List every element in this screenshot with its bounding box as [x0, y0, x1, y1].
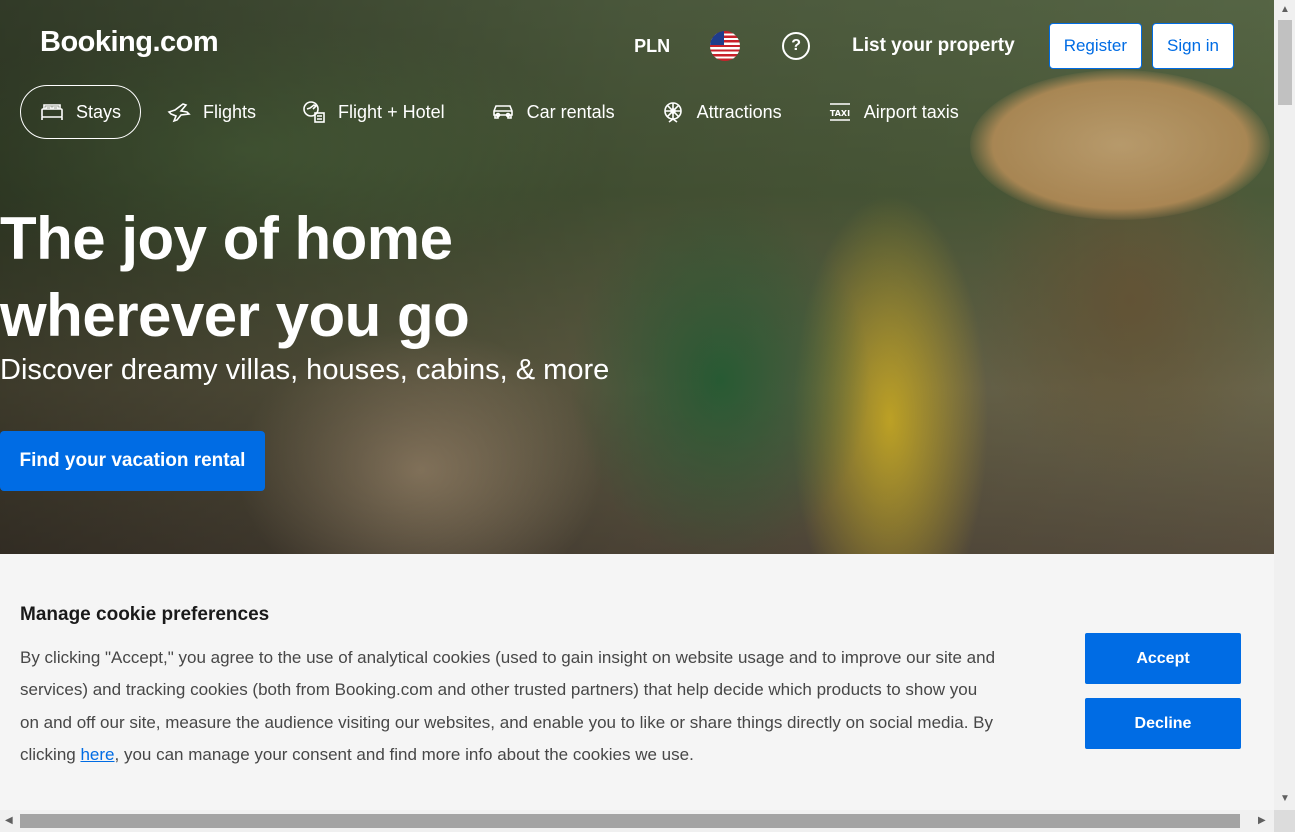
nav-item-airport-taxis[interactable]: TAXI Airport taxis — [808, 85, 979, 139]
bed-icon — [40, 100, 64, 124]
currency-selector[interactable]: PLN — [634, 36, 670, 57]
vertical-scrollbar[interactable]: ▲ ▼ — [1274, 0, 1295, 810]
scrollbar-corner — [1274, 810, 1295, 832]
cookie-manage-link[interactable]: here — [80, 745, 114, 764]
nav-item-flight-hotel[interactable]: Flight + Hotel — [282, 85, 465, 139]
scroll-up-icon[interactable]: ▲ — [1280, 4, 1290, 15]
horizontal-scrollbar[interactable]: ◀ ▶ — [0, 810, 1274, 832]
nav-item-flights[interactable]: Flights — [147, 85, 276, 139]
nav-item-stays[interactable]: Stays — [20, 85, 142, 139]
header-actions: PLN ? List your property Register Sign i… — [634, 23, 1234, 69]
plane-icon — [167, 100, 191, 124]
hero-headline-line1: The joy of home — [0, 205, 453, 272]
nav-item-label: Flights — [203, 101, 257, 122]
horizontal-scroll-thumb[interactable] — [20, 814, 1240, 828]
list-your-property-link[interactable]: List your property — [852, 35, 1015, 57]
scroll-left-icon[interactable]: ◀ — [5, 815, 13, 826]
attractions-icon — [661, 100, 685, 124]
nav-item-label: Flight + Hotel — [338, 101, 445, 122]
cookie-title: Manage cookie preferences — [20, 604, 270, 625]
us-flag-icon[interactable] — [710, 31, 741, 61]
booking-logo[interactable]: Booking.com — [40, 26, 219, 59]
nav-item-car-rentals[interactable]: Car rentals — [471, 85, 635, 139]
hero-background-image — [970, 70, 1270, 220]
hero-subtitle: Discover dreamy villas, houses, cabins, … — [0, 354, 610, 386]
hero-headline-line2: wherever you go — [0, 282, 470, 349]
nav-item-label: Car rentals — [526, 101, 615, 122]
help-icon[interactable]: ? — [782, 32, 811, 60]
hero-section: Booking.com PLN ? List your property Reg… — [0, 0, 1274, 554]
nav-item-label: Airport taxis — [863, 101, 959, 122]
flight-hotel-icon — [302, 100, 326, 124]
cookie-text-part2: , you can manage your consent and find m… — [114, 744, 694, 764]
nav-item-label: Stays — [76, 101, 122, 122]
hero-headline: The joy of home wherever you go — [0, 200, 470, 354]
cookie-description: By clicking "Accept," you agree to the u… — [20, 642, 1000, 771]
nav-item-attractions[interactable]: Attractions — [641, 85, 802, 139]
vertical-scroll-thumb[interactable] — [1278, 20, 1292, 105]
product-nav: Stays Flights Flight + Hotel Car rentals… — [20, 85, 985, 139]
register-button[interactable]: Register — [1048, 23, 1143, 69]
taxi-icon: TAXI — [828, 100, 852, 124]
cookie-banner: Manage cookie preferences By clicking "A… — [0, 554, 1274, 810]
scroll-down-icon[interactable]: ▼ — [1280, 793, 1290, 804]
accept-cookies-button[interactable]: Accept — [1085, 633, 1241, 684]
find-vacation-rental-button[interactable]: Find your vacation rental — [0, 431, 265, 491]
scroll-right-icon[interactable]: ▶ — [1258, 815, 1266, 826]
car-icon — [491, 100, 515, 124]
decline-cookies-button[interactable]: Decline — [1085, 698, 1241, 749]
sign-in-button[interactable]: Sign in — [1152, 23, 1234, 69]
nav-item-label: Attractions — [696, 101, 782, 122]
svg-text:TAXI: TAXI — [830, 109, 850, 118]
